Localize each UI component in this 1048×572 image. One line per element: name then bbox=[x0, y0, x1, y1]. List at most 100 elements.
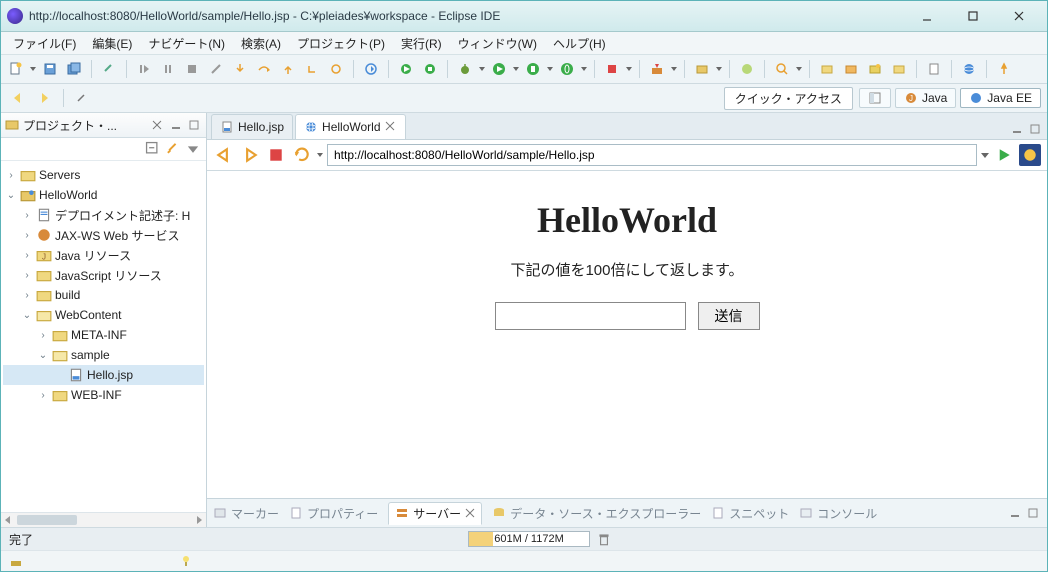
menu-run[interactable]: 実行(R) bbox=[393, 33, 450, 54]
run-icon[interactable] bbox=[488, 58, 510, 80]
dropdown-icon[interactable] bbox=[29, 66, 37, 72]
nav-fwd-icon[interactable] bbox=[33, 87, 55, 109]
search-icon[interactable] bbox=[771, 58, 793, 80]
dropdown-icon[interactable] bbox=[625, 66, 633, 72]
dropdown-icon[interactable] bbox=[512, 66, 520, 72]
link-editor-icon[interactable] bbox=[164, 140, 182, 158]
menu-search[interactable]: 検索(A) bbox=[233, 33, 289, 54]
view-properties[interactable]: プロパティー bbox=[289, 505, 378, 522]
url-dropdown-icon[interactable] bbox=[981, 151, 989, 159]
tree-node-webcontent[interactable]: ⌄ WebContent bbox=[3, 305, 204, 325]
open-task-icon[interactable] bbox=[816, 58, 838, 80]
close-button[interactable] bbox=[997, 3, 1041, 29]
perspective-java[interactable]: J Java bbox=[895, 88, 956, 108]
collapse-icon[interactable]: ⌄ bbox=[5, 190, 17, 201]
step-into-icon[interactable] bbox=[229, 58, 251, 80]
menu-project[interactable]: プロジェクト(P) bbox=[289, 33, 393, 54]
editor-tab-hellojsp[interactable]: Hello.jsp bbox=[211, 114, 293, 139]
external-tools-icon[interactable] bbox=[646, 58, 668, 80]
minimize-view-icon[interactable] bbox=[168, 117, 184, 133]
menu-navigate[interactable]: ナビゲート(N) bbox=[140, 33, 233, 54]
menu-window[interactable]: ウィンドウ(W) bbox=[450, 33, 545, 54]
minimize-editor-icon[interactable] bbox=[1009, 121, 1025, 137]
step-return-icon[interactable] bbox=[277, 58, 299, 80]
minimize-button[interactable] bbox=[905, 3, 949, 29]
dropdown-icon[interactable] bbox=[715, 66, 723, 72]
tree-node-javares[interactable]: › J Java リソース bbox=[3, 245, 204, 265]
expand-icon[interactable]: › bbox=[21, 230, 33, 241]
save-all-icon[interactable] bbox=[63, 58, 85, 80]
project-settings-icon[interactable] bbox=[888, 58, 910, 80]
dropdown-icon[interactable] bbox=[580, 66, 588, 72]
new-server-icon[interactable] bbox=[691, 58, 713, 80]
dropdown-icon[interactable] bbox=[478, 66, 486, 72]
debug-pause-icon[interactable] bbox=[157, 58, 179, 80]
pin-icon[interactable] bbox=[993, 58, 1015, 80]
tree-node-build[interactable]: › build bbox=[3, 285, 204, 305]
open-type-icon[interactable] bbox=[736, 58, 758, 80]
expand-icon[interactable]: › bbox=[21, 250, 33, 261]
maximize-view-icon[interactable] bbox=[186, 117, 202, 133]
debug-stop-icon[interactable] bbox=[181, 58, 203, 80]
tip-icon[interactable] bbox=[179, 554, 193, 568]
expand-icon[interactable]: › bbox=[37, 330, 49, 341]
bookmark-icon[interactable] bbox=[840, 58, 862, 80]
browser-external-icon[interactable] bbox=[1019, 144, 1041, 166]
collapse-icon[interactable]: ⌄ bbox=[21, 310, 33, 321]
new-icon[interactable] bbox=[5, 58, 27, 80]
tree-node-sample[interactable]: ⌄ sample bbox=[3, 345, 204, 365]
expand-icon[interactable]: › bbox=[21, 270, 33, 281]
collapse-icon[interactable]: ⌄ bbox=[37, 350, 49, 361]
scrollbar-thumb[interactable] bbox=[17, 515, 77, 525]
close-tab-icon[interactable] bbox=[385, 121, 397, 133]
build-icon[interactable] bbox=[9, 554, 23, 568]
browser-go-icon[interactable] bbox=[993, 144, 1015, 166]
open-perspective-button[interactable] bbox=[859, 88, 891, 108]
heap-bar[interactable]: 601M / 1172M bbox=[468, 531, 590, 547]
gc-icon[interactable] bbox=[596, 531, 612, 547]
nav-back-icon[interactable] bbox=[7, 87, 29, 109]
web-browser-icon[interactable] bbox=[958, 58, 980, 80]
view-console[interactable]: コンソール bbox=[799, 505, 877, 522]
tree-node-servers[interactable]: › Servers bbox=[3, 165, 204, 185]
maximize-button[interactable] bbox=[951, 3, 995, 29]
submit-button[interactable]: 送信 bbox=[698, 302, 760, 330]
menu-edit[interactable]: 編集(E) bbox=[84, 33, 140, 54]
unpin-icon[interactable] bbox=[70, 87, 92, 109]
debug-disconnect-icon[interactable] bbox=[205, 58, 227, 80]
tree-node-deployment[interactable]: › デプロイメント記述子: H bbox=[3, 205, 204, 225]
menu-help[interactable]: ヘルプ(H) bbox=[545, 33, 614, 54]
dropdown-icon[interactable] bbox=[795, 66, 803, 72]
save-icon[interactable] bbox=[39, 58, 61, 80]
restart-server-icon[interactable] bbox=[360, 58, 382, 80]
view-menu-icon[interactable] bbox=[184, 140, 202, 158]
collapse-all-icon[interactable] bbox=[144, 140, 162, 158]
scroll-right-icon[interactable] bbox=[192, 513, 206, 527]
quick-access[interactable]: クイック・アクセス bbox=[724, 87, 853, 110]
scroll-left-icon[interactable] bbox=[1, 513, 15, 527]
perspective-javaee[interactable]: Java EE bbox=[960, 88, 1041, 108]
step-filters-icon[interactable] bbox=[325, 58, 347, 80]
tree-node-helloworld[interactable]: ⌄ HelloWorld bbox=[3, 185, 204, 205]
tree-node-webinf[interactable]: › WEB-INF bbox=[3, 385, 204, 405]
dropdown-icon[interactable] bbox=[317, 152, 323, 158]
tree-h-scrollbar[interactable] bbox=[1, 512, 206, 527]
expand-icon[interactable]: › bbox=[5, 170, 17, 181]
dropdown-icon[interactable] bbox=[546, 66, 554, 72]
browser-url-input[interactable] bbox=[327, 144, 977, 166]
editor-tab-helloworld[interactable]: HelloWorld bbox=[295, 114, 405, 139]
tree-node-hellojsp[interactable]: Hello.jsp bbox=[3, 365, 204, 385]
run-on-server-icon[interactable] bbox=[556, 58, 578, 80]
cheat-sheet-icon[interactable] bbox=[923, 58, 945, 80]
expand-icon[interactable]: › bbox=[21, 210, 33, 221]
menu-file[interactable]: ファイル(F) bbox=[5, 33, 84, 54]
step-over-icon[interactable] bbox=[253, 58, 275, 80]
tree-node-metainf[interactable]: › META-INF bbox=[3, 325, 204, 345]
browser-forward-icon[interactable] bbox=[239, 144, 261, 166]
coverage-icon[interactable] bbox=[522, 58, 544, 80]
drop-frame-icon[interactable] bbox=[301, 58, 323, 80]
tree-node-jaxws[interactable]: › JAX-WS Web サービス bbox=[3, 225, 204, 245]
value-input[interactable] bbox=[495, 302, 686, 330]
expand-icon[interactable]: › bbox=[21, 290, 33, 301]
close-view-icon[interactable] bbox=[465, 508, 475, 518]
